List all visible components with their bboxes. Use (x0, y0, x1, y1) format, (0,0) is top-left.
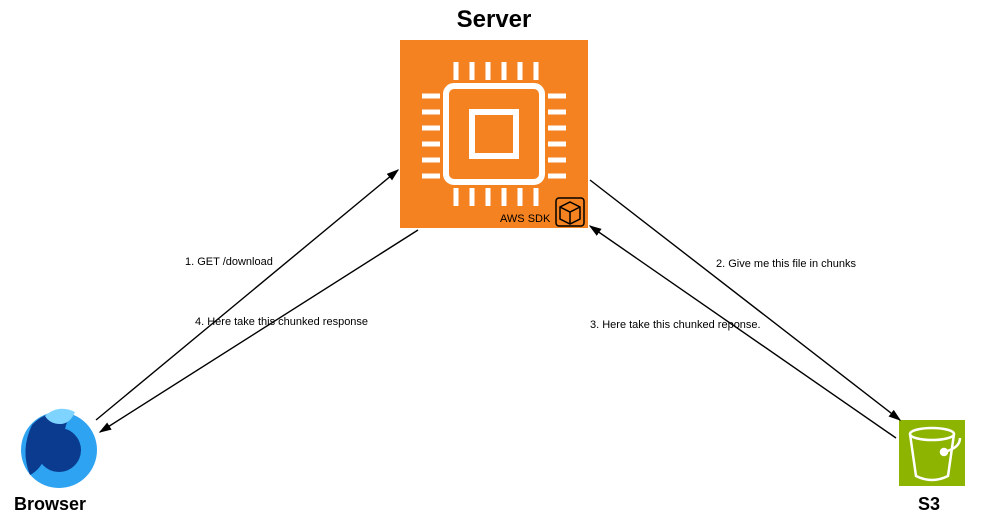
label-step2: 2. Give me this file in chunks (716, 258, 856, 270)
browser-node (21, 409, 97, 488)
arrow-step2 (590, 180, 900, 420)
s3-node (899, 420, 965, 486)
aws-sdk-label: AWS SDK (500, 213, 550, 225)
diagram-canvas: Server (0, 0, 981, 528)
label-step1: 1. GET /download (185, 256, 273, 268)
label-step4: 4. Here take this chunked response (195, 316, 368, 328)
arrow-step1 (96, 170, 398, 420)
browser-label: Browser (14, 494, 86, 515)
label-step3: 3. Here take this chunked reponse. (590, 319, 761, 331)
s3-label: S3 (918, 494, 940, 515)
server-node (400, 40, 588, 228)
